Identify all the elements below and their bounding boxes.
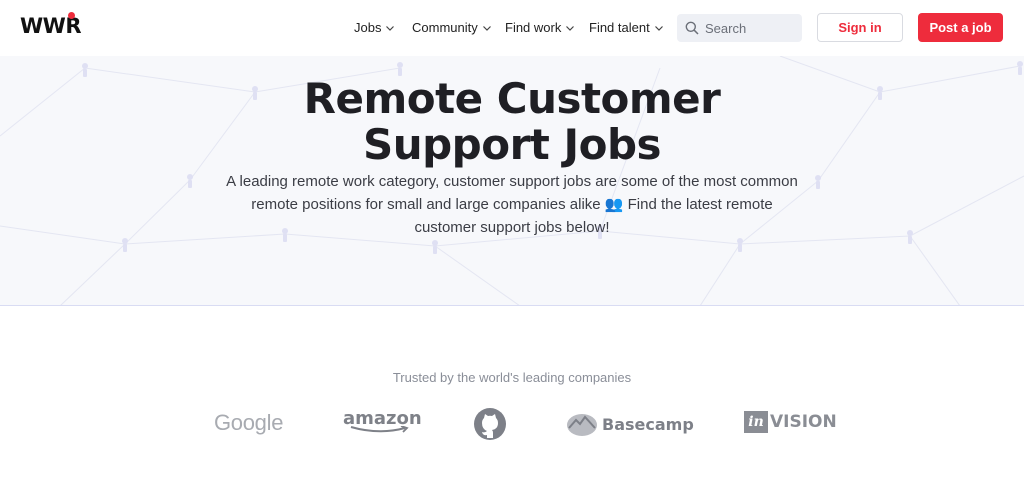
- invision-logo-text: VISION: [770, 412, 837, 432]
- search-icon: [685, 21, 699, 35]
- hero-description: A leading remote work category, customer…: [226, 173, 798, 236]
- logo-dot: [68, 12, 75, 19]
- github-icon: [474, 408, 506, 440]
- chevron-down-icon: [566, 25, 575, 31]
- site-header: WWR Jobs Community Find work Find talent…: [0, 0, 1024, 56]
- basecamp-icon: [567, 414, 597, 436]
- chevron-down-icon: [482, 25, 491, 31]
- chevron-down-icon: [386, 25, 395, 31]
- hero-section: Remote Customer Support Jobs A leading r…: [0, 56, 1024, 306]
- nav-jobs-label: Jobs: [354, 20, 382, 35]
- basecamp-logo: Basecamp: [566, 411, 694, 437]
- nav-community[interactable]: Community: [412, 20, 492, 35]
- page-title-line1: Remote Customer: [303, 74, 721, 123]
- page-title-line2: Support Jobs: [362, 120, 662, 169]
- post-job-button[interactable]: Post a job: [918, 13, 1003, 42]
- nav-find-work[interactable]: Find work: [505, 20, 575, 35]
- nav-find-talent-label: Find talent: [589, 20, 650, 35]
- nav-jobs[interactable]: Jobs: [354, 20, 395, 35]
- google-logo: Google: [214, 410, 283, 436]
- trusted-label: Trusted by the world's leading companies: [392, 370, 632, 385]
- nav-community-label: Community: [412, 20, 478, 35]
- amazon-logo: amazon: [343, 408, 422, 434]
- nav-find-talent[interactable]: Find talent: [589, 20, 664, 35]
- nav-find-work-label: Find work: [505, 20, 562, 35]
- invision-mark: in: [744, 411, 768, 433]
- chevron-down-icon: [654, 25, 663, 31]
- amazon-smile-icon: [350, 426, 409, 433]
- sign-in-button[interactable]: Sign in: [817, 13, 903, 42]
- google-logo-text: Google: [214, 410, 284, 435]
- invision-logo: in VISION: [744, 411, 837, 433]
- page-title: Remote Customer Support Jobs: [0, 76, 1024, 168]
- search-box[interactable]: [677, 14, 802, 42]
- github-logo: [473, 407, 507, 441]
- basecamp-logo-text: Basecamp: [602, 414, 694, 434]
- search-input[interactable]: [705, 20, 795, 36]
